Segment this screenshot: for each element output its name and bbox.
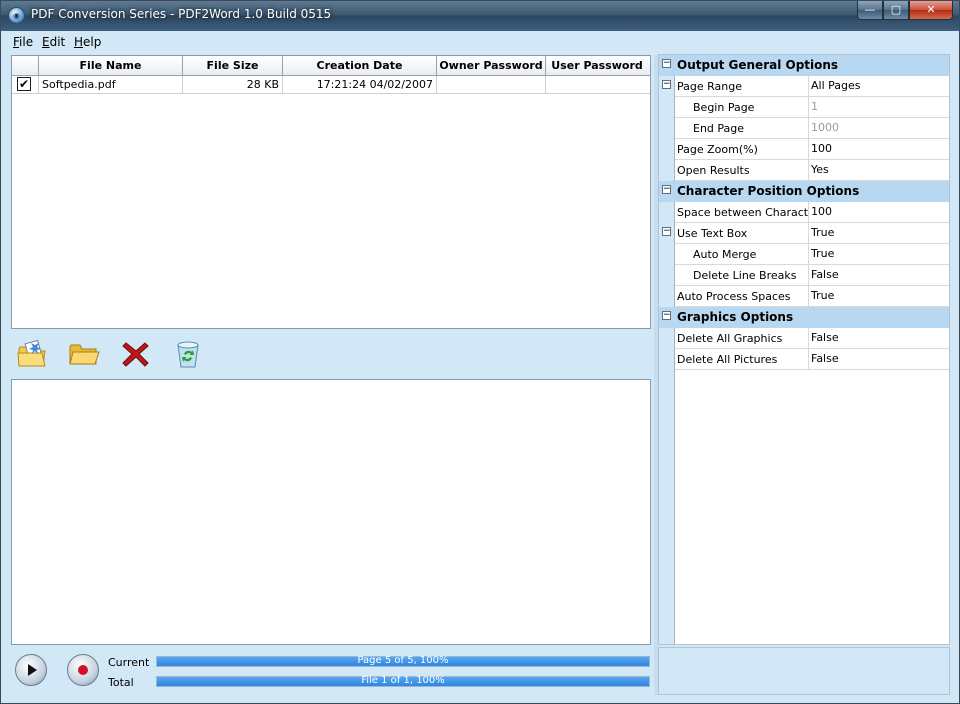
total-progress-text: File 1 of 1, 100% <box>361 675 445 686</box>
column-owner-password[interactable]: Owner Password <box>437 56 546 76</box>
menu-edit-accel: E <box>42 35 50 49</box>
window-controls: — ▢ ✕ <box>857 1 953 20</box>
collapse-icon[interactable]: − <box>662 59 671 68</box>
open-folder-icon[interactable] <box>67 337 101 371</box>
description-panel <box>658 647 950 695</box>
prop-name: Space between Characters <box>675 202 809 223</box>
prop-page-zoom[interactable]: Page Zoom(%) 100 <box>659 139 949 160</box>
delete-icon[interactable] <box>119 337 153 371</box>
file-list[interactable]: File Name File Size Creation Date Owner … <box>11 55 651 329</box>
prop-delete-line-breaks[interactable]: Delete Line Breaks False <box>659 265 949 286</box>
collapse-icon[interactable]: − <box>662 227 671 236</box>
category-character-position[interactable]: − Character Position Options <box>659 181 949 202</box>
play-icon <box>28 664 37 676</box>
title-bar[interactable]: ◉ PDF Conversion Series - PDF2Word 1.0 B… <box>1 1 959 31</box>
prop-auto-process-spaces[interactable]: Auto Process Spaces True <box>659 286 949 307</box>
category-output-general[interactable]: − Output General Options <box>659 55 949 76</box>
prop-use-text-box[interactable]: − Use Text Box True <box>659 223 949 244</box>
table-row[interactable]: ✔ Softpedia.pdf 28 KB 17:21:24 04/02/200… <box>12 76 650 94</box>
category-graphics[interactable]: − Graphics Options <box>659 307 949 328</box>
row-check-cell: ✔ <box>12 76 39 94</box>
current-progress-text: Page 5 of 5, 100% <box>357 655 449 666</box>
prop-begin-page[interactable]: Begin Page 1 <box>659 97 949 118</box>
prop-page-range[interactable]: − Page Range All Pages <box>659 76 949 97</box>
column-file-name[interactable]: File Name <box>39 56 183 76</box>
clear-recycle-icon[interactable] <box>171 337 205 371</box>
prop-name: Delete Line Breaks <box>675 265 809 286</box>
cell-creation-date: 17:21:24 04/02/2007 <box>283 76 437 94</box>
prop-value[interactable]: 100 <box>809 139 949 160</box>
category-title: Output General Options <box>677 58 839 72</box>
collapse-icon[interactable]: − <box>662 311 671 320</box>
progress-area: Current Total Page 5 of 5, 100% File 1 o… <box>11 647 651 695</box>
maximize-button[interactable]: ▢ <box>883 1 909 20</box>
start-button[interactable] <box>15 654 47 686</box>
menu-help-accel: H <box>74 35 84 49</box>
current-progress-bar: Page 5 of 5, 100% <box>156 655 650 667</box>
column-creation-date[interactable]: Creation Date <box>283 56 437 76</box>
add-file-icon[interactable] <box>15 337 49 371</box>
total-label: Total <box>108 676 134 689</box>
menu-edit[interactable]: Edit <box>42 35 65 49</box>
prop-value[interactable]: True <box>809 244 949 265</box>
prop-value[interactable]: False <box>809 265 949 286</box>
category-title: Character Position Options <box>677 184 860 198</box>
menu-file[interactable]: File <box>13 35 33 49</box>
prop-name: Begin Page <box>675 97 809 118</box>
prop-name: Page Zoom(%) <box>675 139 809 160</box>
prop-name: Delete All Pictures <box>675 349 809 370</box>
record-stop-icon <box>78 665 88 675</box>
options-grid: − Output General Options − Page Range Al… <box>658 54 950 645</box>
main-window: ◉ PDF Conversion Series - PDF2Word 1.0 B… <box>0 0 960 704</box>
menu-file-label: ile <box>19 35 34 49</box>
file-checkbox[interactable]: ✔ <box>17 77 31 91</box>
prop-value[interactable]: All Pages <box>809 76 949 97</box>
prop-name: Use Text Box <box>675 223 809 244</box>
prop-open-results[interactable]: Open Results Yes <box>659 160 949 181</box>
prop-value[interactable]: 1 <box>809 97 949 118</box>
prop-value[interactable]: 1000 <box>809 118 949 139</box>
stop-button[interactable] <box>67 654 99 686</box>
category-title: Graphics Options <box>677 310 794 324</box>
cell-file-size: 28 KB <box>183 76 283 94</box>
column-check[interactable] <box>12 56 39 76</box>
menu-edit-label: dit <box>49 35 66 49</box>
prop-value[interactable]: True <box>809 286 949 307</box>
prop-name: Auto Process Spaces <box>675 286 809 307</box>
cell-file-name: Softpedia.pdf <box>39 76 183 94</box>
cell-owner-password[interactable] <box>437 76 546 94</box>
column-file-size[interactable]: File Size <box>183 56 283 76</box>
window-title: PDF Conversion Series - PDF2Word 1.0 Bui… <box>31 7 332 21</box>
menu-help[interactable]: Help <box>74 35 101 49</box>
prop-name: Delete All Graphics <box>675 328 809 349</box>
menu-bar: File Edit Help <box>1 31 959 53</box>
collapse-icon[interactable]: − <box>662 80 671 89</box>
prop-end-page[interactable]: End Page 1000 <box>659 118 949 139</box>
cell-user-password[interactable] <box>546 76 648 94</box>
prop-name: End Page <box>675 118 809 139</box>
prop-value[interactable]: Yes <box>809 160 949 181</box>
prop-delete-all-pictures[interactable]: Delete All Pictures False <box>659 349 949 370</box>
prop-name: Page Range <box>675 76 809 97</box>
toolbar <box>11 335 651 375</box>
prop-value[interactable]: False <box>809 349 949 370</box>
prop-name: Open Results <box>675 160 809 181</box>
prop-delete-all-graphics[interactable]: Delete All Graphics False <box>659 328 949 349</box>
prop-value[interactable]: True <box>809 223 949 244</box>
file-list-header: File Name File Size Creation Date Owner … <box>12 56 650 76</box>
minimize-button[interactable]: — <box>857 1 883 20</box>
collapse-icon[interactable]: − <box>662 185 671 194</box>
log-panel[interactable] <box>11 379 651 645</box>
close-button[interactable]: ✕ <box>909 1 953 20</box>
total-progress-bar: File 1 of 1, 100% <box>156 675 650 687</box>
menu-help-label: elp <box>83 35 102 49</box>
current-label: Current <box>108 656 150 669</box>
prop-name: Auto Merge <box>675 244 809 265</box>
column-user-password[interactable]: User Password <box>546 56 648 76</box>
prop-auto-merge[interactable]: Auto Merge True <box>659 244 949 265</box>
prop-value[interactable]: 100 <box>809 202 949 223</box>
app-icon[interactable]: ◉ <box>8 7 25 24</box>
prop-space-between-characters[interactable]: Space between Characters 100 <box>659 202 949 223</box>
prop-value[interactable]: False <box>809 328 949 349</box>
